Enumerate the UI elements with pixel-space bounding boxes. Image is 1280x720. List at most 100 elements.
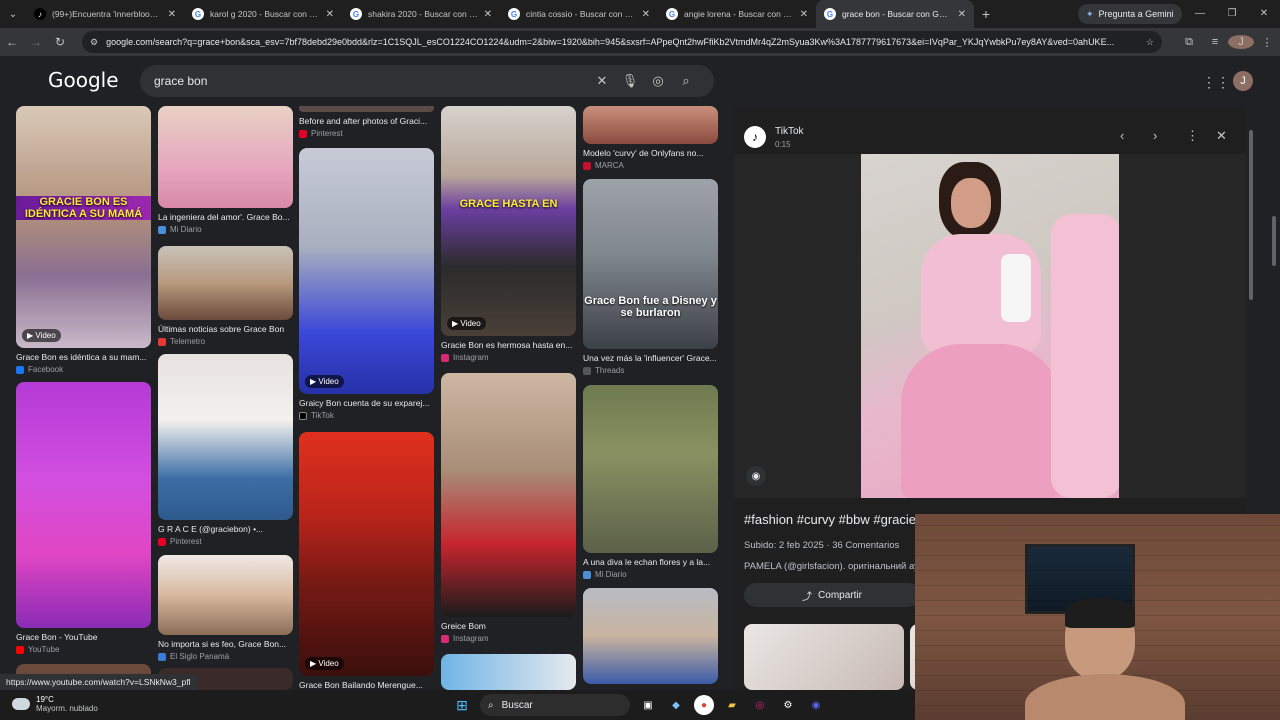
ask-gemini-button[interactable]: ✦ Pregunta a Gemini (1078, 4, 1182, 24)
window-close-icon[interactable]: ✕ (1248, 0, 1280, 28)
result-thumbnail[interactable]: GRACIE BON ES IDÉNTICA A SU MAMÁ ▶ Video (16, 106, 151, 348)
result-source[interactable]: Pinterest (158, 537, 293, 546)
preview-video[interactable] (861, 154, 1119, 498)
result-card[interactable]: GRACE HASTA EN ▶ Video Gracie Bon es her… (441, 106, 576, 362)
result-card[interactable] (441, 654, 576, 690)
result-source[interactable]: El Siglo Panamá (158, 652, 293, 661)
restore-icon[interactable]: ❐ (1216, 0, 1248, 28)
result-thumbnail[interactable] (299, 106, 434, 112)
result-card[interactable]: GRACIE BON ES IDÉNTICA A SU MAMÁ ▶ Video… (16, 106, 151, 374)
tab-0[interactable]: ♪ (99+)Encuentra 'innerbloom' e ✕ (26, 0, 184, 28)
result-caption[interactable]: Greice Bom (441, 621, 576, 631)
panel-scrollbar[interactable] (1249, 130, 1253, 300)
preview-source[interactable]: TikTok (775, 126, 804, 137)
result-caption[interactable]: Modelo 'curvy' de Onlyfans no... (583, 148, 718, 158)
file-explorer-icon[interactable]: ▰ (722, 695, 742, 715)
result-card[interactable]: Últimas noticias sobre Grace Bon Telemet… (158, 246, 293, 346)
result-caption[interactable]: Before and after photos of Graci... (299, 116, 434, 126)
tab-search-chevron-icon[interactable]: ⌄ (0, 1, 26, 27)
result-card[interactable]: Modelo 'curvy' de Onlyfans no... MARCA (583, 106, 718, 170)
result-thumbnail[interactable] (583, 106, 718, 144)
copilot-icon[interactable]: ◆ (666, 695, 686, 715)
search-icon[interactable]: ⌕ (672, 73, 700, 89)
share-button[interactable]: ⤴ Compartir (744, 583, 920, 607)
result-thumbnail[interactable] (16, 382, 151, 628)
close-icon[interactable]: ✕ (642, 9, 650, 20)
chrome-icon[interactable]: ● (694, 695, 714, 715)
result-thumbnail[interactable]: Grace Bon fue a Disney y se burlaron (583, 179, 718, 349)
result-caption[interactable]: Graicy Bon cuenta de su exparej... (299, 398, 434, 408)
result-thumbnail[interactable] (158, 555, 293, 635)
close-icon[interactable]: ✕ (958, 9, 966, 20)
lens-camera-icon[interactable]: ◎ (644, 73, 672, 89)
close-icon[interactable]: ✕ (168, 9, 176, 20)
tab-2[interactable]: Gshakira 2020 - Buscar con Goog✕ (342, 0, 500, 28)
result-source[interactable]: TikTok (299, 411, 434, 420)
new-tab-plus-icon[interactable]: + (974, 6, 998, 22)
media-controls-icon[interactable]: ≡ (1202, 36, 1228, 48)
profile-avatar[interactable]: J (1228, 35, 1254, 49)
instagram-app-icon[interactable]: ◎ (750, 695, 770, 715)
result-caption[interactable]: Grace Bon Bailando Merengue... (299, 680, 434, 690)
result-source[interactable]: Telemetro (158, 337, 293, 346)
result-source[interactable]: Instagram (441, 353, 576, 362)
tab-5-active[interactable]: Ggrace bon - Buscar con Google ✕ (816, 0, 974, 28)
result-caption[interactable]: Grace Bon es idéntica a su mam... (16, 352, 151, 362)
result-caption[interactable]: No importa si es feo, Grace Bon... (158, 639, 293, 649)
result-thumbnail[interactable] (441, 373, 576, 617)
result-source[interactable]: Facebook (16, 365, 151, 374)
result-thumbnail[interactable] (583, 385, 718, 553)
result-source[interactable]: Mi Diario (583, 570, 718, 579)
settings-gear-icon[interactable]: ⚙ (778, 695, 798, 715)
result-caption[interactable]: Últimas noticias sobre Grace Bon (158, 324, 293, 334)
result-card[interactable]: Greice Bom Instagram (441, 373, 576, 643)
result-source[interactable]: YouTube (16, 645, 151, 654)
result-card[interactable]: Before and after photos of Graci... Pint… (299, 106, 434, 138)
minimize-icon[interactable]: — (1184, 0, 1216, 28)
result-card[interactable] (583, 588, 718, 684)
result-source[interactable]: Pinterest (299, 129, 434, 138)
taskbar-search[interactable]: ⌕ Buscar (480, 694, 630, 716)
forward-arrow-icon[interactable]: → (24, 35, 48, 49)
result-caption[interactable]: Grace Bon - YouTube (16, 632, 151, 642)
result-source[interactable]: Threads (583, 366, 718, 375)
result-thumbnail[interactable] (158, 246, 293, 320)
clear-icon[interactable]: ✕ (588, 73, 616, 89)
result-card[interactable]: La ingeniera del amor'. Grace Bo... Mi D… (158, 106, 293, 234)
result-thumbnail[interactable]: ▶ Video (299, 432, 434, 676)
result-card[interactable]: Grace Bon - YouTube YouTube (16, 382, 151, 654)
discord-icon[interactable]: ◉ (806, 695, 826, 715)
site-info-icon[interactable]: ⚙ (90, 37, 98, 48)
bookmark-star-icon[interactable]: ☆ (1146, 37, 1154, 48)
related-thumbnail[interactable] (744, 624, 904, 690)
search-query[interactable]: grace bon (154, 74, 588, 88)
tab-4[interactable]: Gangie lorena - Buscar con Goog ✕ (658, 0, 816, 28)
google-logo[interactable]: Google (48, 68, 119, 92)
result-caption[interactable]: G R A C E (@graciebon) •... (158, 524, 293, 534)
close-panel-icon[interactable]: ✕ (1216, 128, 1227, 144)
page-scrollbar[interactable] (1272, 216, 1276, 266)
result-source[interactable]: Mi Diario (158, 225, 293, 234)
search-input[interactable]: grace bon ✕ 🎙 ◎ ⌕ (140, 65, 714, 97)
reload-icon[interactable]: ↻ (48, 35, 72, 49)
close-icon[interactable]: ✕ (326, 9, 334, 20)
result-card[interactable]: Grace Bon fue a Disney y se burlaron Una… (583, 179, 718, 375)
result-thumbnail[interactable]: ▶ Video (299, 148, 434, 394)
result-source[interactable]: Instagram (441, 634, 576, 643)
result-thumbnail[interactable]: GRACE HASTA EN ▶ Video (441, 106, 576, 336)
windows-start-icon[interactable]: ⊞ (452, 695, 472, 715)
weather-widget[interactable]: 19°C Mayorm. nublado (12, 695, 98, 713)
microphone-icon[interactable]: 🎙 (616, 73, 644, 89)
result-thumbnail[interactable] (158, 106, 293, 208)
tab-3[interactable]: Gcintia cossio - Buscar con Goog ✕ (500, 0, 658, 28)
close-icon[interactable]: ✕ (484, 9, 492, 20)
browser-menu-icon[interactable]: ⋮ (1254, 36, 1280, 49)
close-icon[interactable]: ✕ (800, 9, 808, 20)
back-arrow-icon[interactable]: ← (0, 35, 24, 49)
more-options-icon[interactable]: ⋮ (1186, 128, 1199, 144)
result-thumbnail[interactable] (158, 354, 293, 520)
result-card[interactable]: No importa si es feo, Grace Bon... El Si… (158, 555, 293, 661)
lens-search-icon[interactable]: ◉ (746, 466, 766, 486)
previous-chevron-icon[interactable]: ‹ (1120, 128, 1124, 143)
account-avatar[interactable]: J (1233, 71, 1253, 91)
